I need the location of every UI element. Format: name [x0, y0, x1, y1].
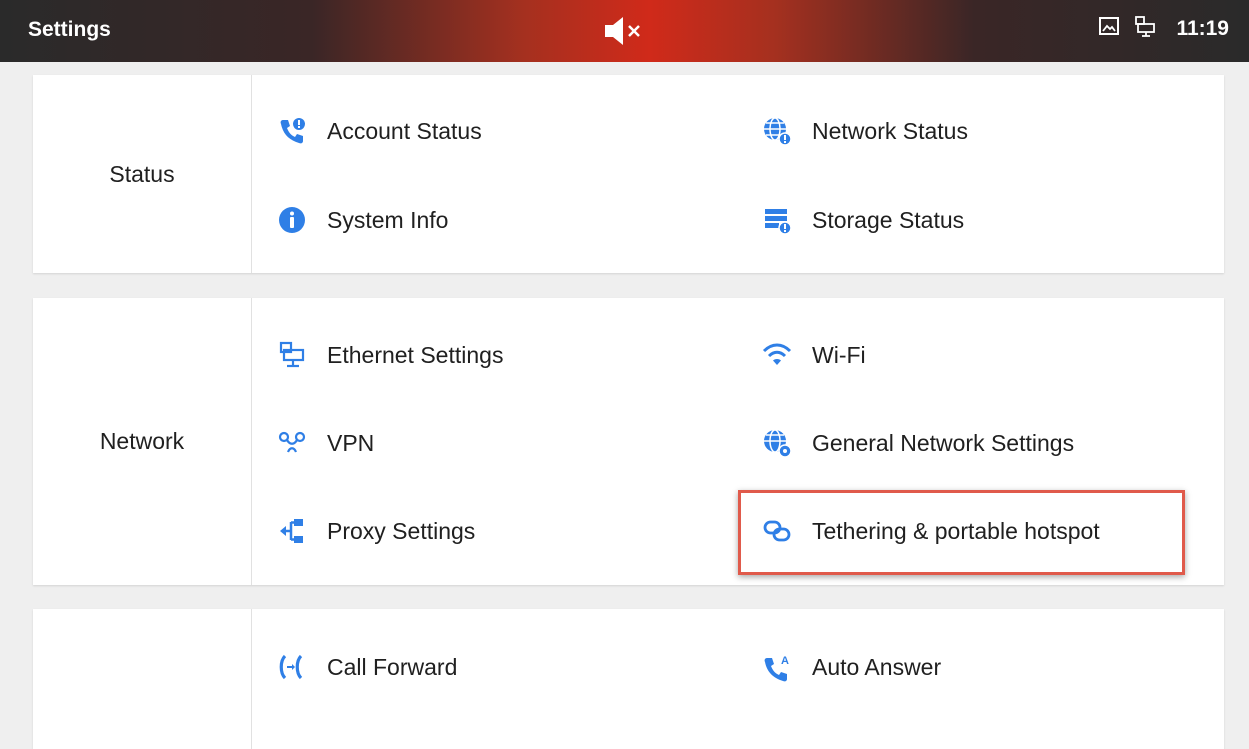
svg-text:A: A: [781, 655, 789, 667]
menu-item-auto-answer[interactable]: A Auto Answer: [760, 645, 941, 689]
status-bar: Settings 11:19: [0, 0, 1249, 62]
globe-alert-icon: [760, 116, 794, 146]
phone-alert-icon: [275, 116, 309, 146]
menu-item-label: Call Forward: [327, 653, 458, 680]
wifi-icon: [760, 340, 794, 370]
category-label: Network: [33, 298, 252, 585]
app-title: Settings: [28, 18, 111, 41]
call-forward-icon: [275, 652, 309, 682]
menu-item-label: Storage Status: [812, 206, 965, 233]
menu-item-label: Network Status: [812, 117, 968, 144]
info-icon: [275, 205, 309, 235]
globe-gear-icon: [760, 428, 794, 458]
mute-icon: [603, 16, 653, 46]
storage-alert-icon: [760, 205, 794, 235]
menu-item-label: Proxy Settings: [327, 517, 476, 544]
menu-item-label: General Network Settings: [812, 429, 1075, 456]
category-label: Status: [33, 75, 252, 273]
menu-item-label: VPN: [327, 429, 375, 456]
menu-item-ethernet-settings[interactable]: Ethernet Settings: [275, 333, 503, 377]
section-status: Status Account Status Network Status Sys…: [33, 75, 1224, 273]
screenshot-icon: [1098, 15, 1120, 42]
auto-answer-icon: A: [760, 652, 794, 682]
menu-item-account-status[interactable]: Account Status: [275, 109, 482, 153]
menu-item-general-network-settings[interactable]: General Network Settings: [760, 421, 1074, 465]
menu-item-label: Wi-Fi: [812, 341, 866, 368]
menu-item-storage-status[interactable]: Storage Status: [760, 198, 964, 242]
proxy-icon: [275, 516, 309, 546]
menu-item-label: System Info: [327, 206, 449, 233]
menu-item-proxy-settings[interactable]: Proxy Settings: [275, 509, 475, 553]
menu-item-label: Auto Answer: [812, 653, 942, 680]
clock: 11:19: [1176, 16, 1229, 40]
section-call: Call Forward A Auto Answer: [33, 609, 1224, 749]
menu-item-system-info[interactable]: System Info: [275, 198, 448, 242]
menu-item-call-forward[interactable]: Call Forward: [275, 645, 457, 689]
ethernet-icon: [1134, 15, 1156, 42]
vpn-icon: [275, 428, 309, 458]
menu-item-wifi[interactable]: Wi-Fi: [760, 333, 866, 377]
menu-item-network-status[interactable]: Network Status: [760, 109, 968, 153]
category-label: [33, 609, 252, 749]
ethernet-icon: [275, 340, 309, 370]
menu-item-label: Account Status: [327, 117, 482, 144]
highlight-box: [738, 490, 1185, 575]
menu-item-label: Ethernet Settings: [327, 341, 504, 368]
menu-item-vpn[interactable]: VPN: [275, 421, 374, 465]
